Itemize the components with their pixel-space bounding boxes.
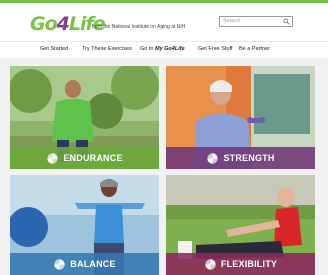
- card-balance[interactable]: BALANCE: [10, 175, 159, 275]
- search-box[interactable]: Search: [219, 16, 293, 27]
- card-endurance[interactable]: ENDURANCE: [10, 66, 159, 169]
- main-nav: Get Started Try These Exercises Go to My…: [0, 41, 328, 59]
- go4life-pinwheel-icon: [207, 152, 219, 164]
- card-strength[interactable]: STRENGTH: [166, 66, 315, 169]
- nia-tagline: from the National Institute on Aging at …: [92, 24, 186, 30]
- go4life-pinwheel-icon: [205, 258, 216, 270]
- flexibility-label: FLEXIBILITY: [220, 259, 278, 269]
- search-icon[interactable]: [283, 18, 290, 25]
- flexibility-banner: FLEXIBILITY: [166, 253, 315, 275]
- site-header: Go4Life from the National Institute on A…: [0, 3, 328, 41]
- balance-label: BALANCE: [70, 259, 116, 269]
- nav-get-started[interactable]: Get Started: [40, 45, 68, 54]
- nav-be-partner[interactable]: Be a Partner: [239, 45, 270, 54]
- logo-go: Go: [30, 13, 58, 35]
- strength-label: STRENGTH: [223, 153, 275, 163]
- balance-banner: BALANCE: [10, 253, 159, 275]
- logo-four: 4: [56, 13, 70, 35]
- go4life-pinwheel-icon: [54, 258, 65, 270]
- nav-try-exercises[interactable]: Try These Exercises: [82, 45, 132, 54]
- endurance-banner: ENDURANCE: [10, 147, 159, 169]
- nav-free-stuff[interactable]: Get Free Stuff: [198, 45, 232, 54]
- endurance-label: ENDURANCE: [63, 153, 123, 163]
- search-input[interactable]: Search: [223, 18, 240, 25]
- exercise-grid: ENDURANCE STRENGTH BALANCE FLEXIBILITY: [0, 58, 328, 275]
- card-flexibility[interactable]: FLEXIBILITY: [166, 175, 315, 275]
- go4life-pinwheel-icon: [47, 152, 59, 164]
- strength-banner: STRENGTH: [166, 147, 315, 169]
- nav-my-go4life[interactable]: Go to My Go4Life: [140, 45, 185, 54]
